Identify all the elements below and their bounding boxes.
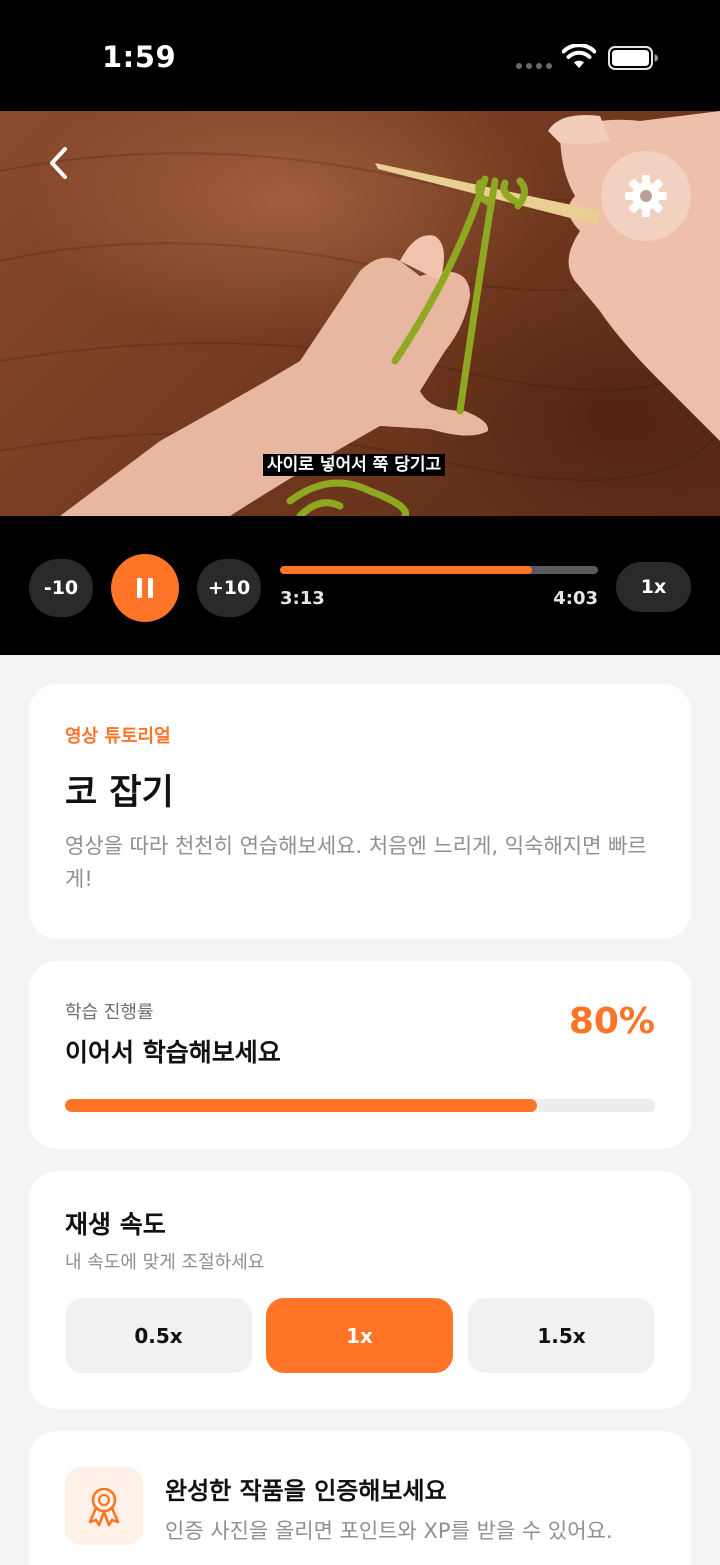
chevron-left-icon	[50, 147, 67, 179]
certify-card[interactable]: 완성한 작품을 인증해보세요 인증 사진을 올리면 포인트와 XP를 받을 수 …	[29, 1431, 691, 1565]
speed-option-1-5x[interactable]: 1.5x	[468, 1298, 655, 1373]
cellular-signal-icon	[516, 63, 552, 69]
tutorial-eyebrow: 영상 튜토리얼	[65, 726, 171, 747]
current-time: 3:13	[280, 588, 325, 609]
status-bar: 1:59	[0, 0, 720, 111]
playback-speed-card: 재생 속도 내 속도에 맞게 조절하세요 0.5x 1x 1.5x	[29, 1171, 691, 1409]
video-player[interactable]: 사이로 넣어서 쭉 당기고	[0, 111, 720, 516]
pause-icon	[137, 578, 153, 598]
progress-title: 이어서 학습해보세요	[65, 1038, 281, 1067]
playback-controls: -10 +10 3:13 4:03 1x	[0, 516, 720, 655]
video-progress-bar[interactable]	[280, 566, 598, 574]
speed-option-0-5x[interactable]: 0.5x	[65, 1298, 252, 1373]
learning-progress-card: 학습 진행률 이어서 학습해보세요 80%	[29, 961, 691, 1149]
total-time: 4:03	[553, 588, 598, 609]
pause-button[interactable]	[111, 554, 179, 622]
speed-subtitle: 내 속도에 맞게 조절하세요	[65, 1252, 265, 1273]
settings-button[interactable]	[601, 151, 691, 241]
certify-icon-box	[65, 1467, 143, 1545]
gear-icon	[625, 175, 667, 217]
progress-percent: 80%	[568, 1001, 655, 1042]
wifi-icon	[562, 44, 596, 68]
rewind-10-button[interactable]: -10	[29, 559, 93, 617]
forward-10-button[interactable]: +10	[197, 559, 261, 617]
tutorial-card: 영상 튜토리얼 코 잡기 영상을 따라 천천히 연습해보세요. 처음엔 느리게,…	[29, 684, 691, 939]
tutorial-title: 코 잡기	[65, 773, 174, 813]
back-button[interactable]	[36, 141, 80, 185]
battery-icon	[608, 46, 658, 70]
award-ribbon-icon	[88, 1487, 120, 1527]
speed-option-1x[interactable]: 1x	[266, 1298, 453, 1373]
learning-progress-bar	[65, 1099, 655, 1112]
certify-description: 인증 사진을 올리면 포인트와 XP를 받을 수 있어요.	[165, 1519, 613, 1543]
certify-title: 완성한 작품을 인증해보세요	[165, 1477, 447, 1505]
video-progress-fill	[280, 566, 533, 574]
speed-chip-button[interactable]: 1x	[616, 562, 691, 612]
video-subtitle: 사이로 넣어서 쭉 당기고	[263, 454, 446, 476]
status-time: 1:59	[102, 40, 177, 74]
learning-progress-fill	[65, 1099, 537, 1112]
tutorial-description: 영상을 따라 천천히 연습해보세요. 처음엔 느리게, 익숙해지면 빠르게!	[65, 834, 647, 891]
progress-label: 학습 진행률	[65, 1002, 154, 1023]
speed-title: 재생 속도	[65, 1210, 166, 1239]
